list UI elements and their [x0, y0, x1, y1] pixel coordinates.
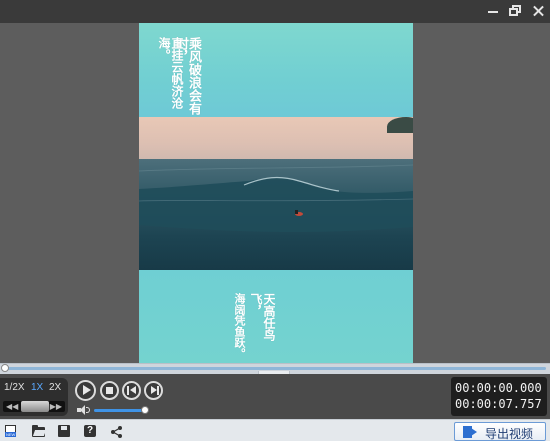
bottom-toolbar: ? 导出视频	[0, 419, 550, 441]
export-video-label: 导出视频	[485, 427, 534, 441]
stop-icon	[106, 387, 113, 394]
play-icon	[83, 385, 91, 395]
previous-button[interactable]	[122, 381, 141, 400]
export-video-button[interactable]: 导出视频	[454, 422, 546, 441]
save-icon[interactable]	[58, 425, 71, 437]
next-icon-bar	[157, 386, 159, 395]
help-icon[interactable]: ?	[84, 425, 97, 437]
export-icon	[463, 426, 477, 438]
current-time: 00:00:00.000	[455, 381, 542, 395]
caption-top-panel: 乘风破浪会有时， 直挂云帆济沧海。	[139, 23, 413, 117]
speed-1x-option[interactable]: 1X	[31, 382, 43, 393]
close-icon[interactable]	[531, 4, 545, 18]
video-preview: 乘风破浪会有时， 直挂云帆济沧海。 天高任鸟飞， 海阔凭鱼跃。	[0, 23, 550, 363]
video-frame: 乘风破浪会有时， 直挂云帆济沧海。 天高任鸟飞， 海阔凭鱼跃。	[139, 23, 413, 363]
volume-icon[interactable]	[77, 405, 91, 415]
previous-icon	[127, 386, 129, 395]
speed-slider-knob[interactable]	[21, 401, 49, 412]
time-display: 00:00:00.000 00:00:07.757	[451, 377, 547, 416]
volume-slider[interactable]	[94, 409, 145, 412]
help-icon-glyph: ?	[84, 425, 96, 437]
minimize-icon[interactable]	[486, 4, 500, 18]
restore-icon[interactable]	[508, 4, 522, 18]
volume-slider-knob[interactable]	[141, 406, 149, 414]
play-button[interactable]	[75, 380, 96, 401]
share-icon[interactable]	[110, 425, 123, 438]
folder-open-icon[interactable]	[32, 425, 45, 437]
title-bar	[0, 0, 550, 23]
fast-forward-icon[interactable]: ▶▶	[50, 402, 62, 411]
speed-selector: 1/2X 1X 2X ◀◀ ▶▶	[0, 378, 68, 416]
new-project-icon[interactable]	[5, 425, 18, 437]
caption-bottom-line-2: 海阔凭鱼跃。	[233, 293, 246, 359]
caption-top-line-2: 直挂云帆济沧海。	[157, 37, 184, 109]
speed-slider[interactable]: ◀◀ ▶▶	[3, 401, 65, 412]
surf-photo	[139, 117, 413, 270]
speed-half-option[interactable]: 1/2X	[4, 382, 25, 393]
caption-bottom-line-1: 天高任鸟飞，	[249, 293, 276, 341]
rewind-icon[interactable]: ◀◀	[6, 402, 18, 411]
total-time: 00:00:07.757	[455, 397, 542, 411]
next-button[interactable]	[144, 381, 163, 400]
playback-controls: 1/2X 1X 2X ◀◀ ▶▶ 00:00:00.000 00:00:07.7…	[0, 374, 550, 419]
video-editor-window: 乘风破浪会有时， 直挂云帆济沧海。 天高任鸟飞， 海阔凭鱼跃。 1/2X 1X …	[0, 0, 550, 441]
caption-bottom-panel: 天高任鸟飞， 海阔凭鱼跃。	[139, 270, 413, 363]
speed-2x-option[interactable]: 2X	[49, 382, 61, 393]
stop-button[interactable]	[100, 381, 119, 400]
timeline-playhead[interactable]	[1, 364, 9, 372]
previous-icon-arrow	[130, 386, 136, 394]
